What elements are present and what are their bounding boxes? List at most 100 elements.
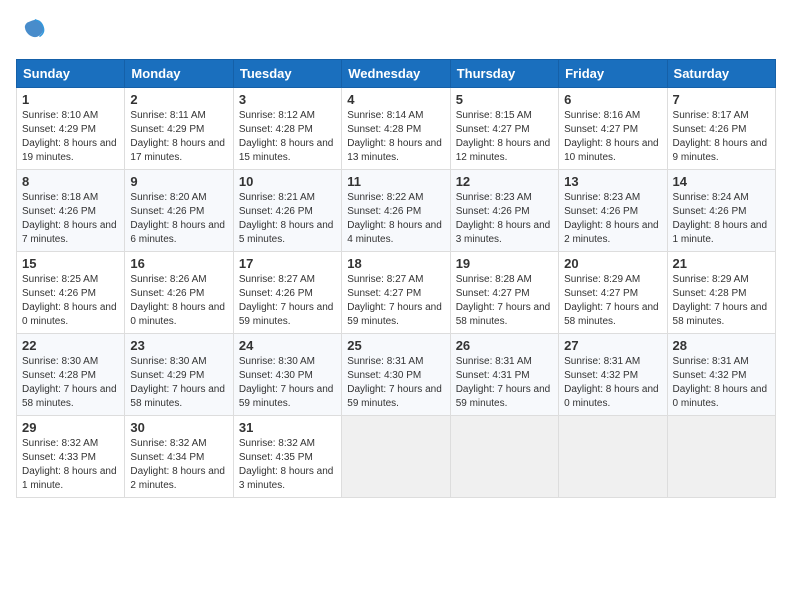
day-number: 7 (673, 92, 770, 107)
day-number: 23 (130, 338, 227, 353)
day-number: 26 (456, 338, 553, 353)
calendar-day-cell (667, 416, 775, 498)
day-info: Sunrise: 8:25 AMSunset: 4:26 PMDaylight:… (22, 274, 117, 327)
day-number: 13 (564, 174, 661, 189)
day-number: 31 (239, 420, 336, 435)
day-info: Sunrise: 8:26 AMSunset: 4:26 PMDaylight:… (130, 274, 225, 327)
calendar-day-cell: 27 Sunrise: 8:31 AMSunset: 4:32 PMDaylig… (559, 334, 667, 416)
day-info: Sunrise: 8:12 AMSunset: 4:28 PMDaylight:… (239, 110, 334, 163)
calendar-day-cell: 28 Sunrise: 8:31 AMSunset: 4:32 PMDaylig… (667, 334, 775, 416)
day-number: 8 (22, 174, 119, 189)
calendar-day-cell: 6 Sunrise: 8:16 AMSunset: 4:27 PMDayligh… (559, 88, 667, 170)
calendar-day-cell: 26 Sunrise: 8:31 AMSunset: 4:31 PMDaylig… (450, 334, 558, 416)
calendar-day-cell: 19 Sunrise: 8:28 AMSunset: 4:27 PMDaylig… (450, 252, 558, 334)
calendar-day-cell: 22 Sunrise: 8:30 AMSunset: 4:28 PMDaylig… (17, 334, 125, 416)
day-number: 4 (347, 92, 444, 107)
day-info: Sunrise: 8:27 AMSunset: 4:27 PMDaylight:… (347, 274, 442, 327)
day-info: Sunrise: 8:24 AMSunset: 4:26 PMDaylight:… (673, 192, 768, 245)
day-info: Sunrise: 8:17 AMSunset: 4:26 PMDaylight:… (673, 110, 768, 163)
day-info: Sunrise: 8:31 AMSunset: 4:31 PMDaylight:… (456, 356, 551, 409)
calendar-day-cell: 25 Sunrise: 8:31 AMSunset: 4:30 PMDaylig… (342, 334, 450, 416)
day-number: 10 (239, 174, 336, 189)
calendar-day-cell: 16 Sunrise: 8:26 AMSunset: 4:26 PMDaylig… (125, 252, 233, 334)
day-number: 14 (673, 174, 770, 189)
calendar-day-cell: 24 Sunrise: 8:30 AMSunset: 4:30 PMDaylig… (233, 334, 341, 416)
calendar-day-cell: 9 Sunrise: 8:20 AMSunset: 4:26 PMDayligh… (125, 170, 233, 252)
day-info: Sunrise: 8:11 AMSunset: 4:29 PMDaylight:… (130, 110, 225, 163)
day-number: 27 (564, 338, 661, 353)
calendar-day-cell: 11 Sunrise: 8:22 AMSunset: 4:26 PMDaylig… (342, 170, 450, 252)
calendar-day-cell: 29 Sunrise: 8:32 AMSunset: 4:33 PMDaylig… (17, 416, 125, 498)
calendar-day-cell: 23 Sunrise: 8:30 AMSunset: 4:29 PMDaylig… (125, 334, 233, 416)
calendar-day-cell: 30 Sunrise: 8:32 AMSunset: 4:34 PMDaylig… (125, 416, 233, 498)
day-number: 17 (239, 256, 336, 271)
day-info: Sunrise: 8:31 AMSunset: 4:32 PMDaylight:… (564, 356, 659, 409)
calendar-day-cell: 20 Sunrise: 8:29 AMSunset: 4:27 PMDaylig… (559, 252, 667, 334)
calendar-day-cell: 8 Sunrise: 8:18 AMSunset: 4:26 PMDayligh… (17, 170, 125, 252)
calendar-week-row: 22 Sunrise: 8:30 AMSunset: 4:28 PMDaylig… (17, 334, 776, 416)
day-number: 15 (22, 256, 119, 271)
calendar-day-cell: 21 Sunrise: 8:29 AMSunset: 4:28 PMDaylig… (667, 252, 775, 334)
day-number: 21 (673, 256, 770, 271)
day-number: 19 (456, 256, 553, 271)
calendar-day-cell: 5 Sunrise: 8:15 AMSunset: 4:27 PMDayligh… (450, 88, 558, 170)
weekday-header-cell: Friday (559, 60, 667, 88)
calendar-day-cell: 3 Sunrise: 8:12 AMSunset: 4:28 PMDayligh… (233, 88, 341, 170)
day-number: 30 (130, 420, 227, 435)
calendar-day-cell (559, 416, 667, 498)
calendar-body: 1 Sunrise: 8:10 AMSunset: 4:29 PMDayligh… (17, 88, 776, 498)
calendar-day-cell: 10 Sunrise: 8:21 AMSunset: 4:26 PMDaylig… (233, 170, 341, 252)
calendar-day-cell: 18 Sunrise: 8:27 AMSunset: 4:27 PMDaylig… (342, 252, 450, 334)
calendar-day-cell: 15 Sunrise: 8:25 AMSunset: 4:26 PMDaylig… (17, 252, 125, 334)
weekday-header-cell: Thursday (450, 60, 558, 88)
weekday-header-cell: Wednesday (342, 60, 450, 88)
day-info: Sunrise: 8:20 AMSunset: 4:26 PMDaylight:… (130, 192, 225, 245)
day-number: 1 (22, 92, 119, 107)
day-info: Sunrise: 8:27 AMSunset: 4:26 PMDaylight:… (239, 274, 334, 327)
calendar-week-row: 15 Sunrise: 8:25 AMSunset: 4:26 PMDaylig… (17, 252, 776, 334)
day-info: Sunrise: 8:32 AMSunset: 4:35 PMDaylight:… (239, 438, 334, 491)
weekday-header-cell: Sunday (17, 60, 125, 88)
day-info: Sunrise: 8:23 AMSunset: 4:26 PMDaylight:… (456, 192, 551, 245)
day-info: Sunrise: 8:30 AMSunset: 4:28 PMDaylight:… (22, 356, 117, 409)
day-number: 9 (130, 174, 227, 189)
day-number: 3 (239, 92, 336, 107)
weekday-header-cell: Monday (125, 60, 233, 88)
logo-icon (18, 16, 46, 44)
calendar-day-cell: 2 Sunrise: 8:11 AMSunset: 4:29 PMDayligh… (125, 88, 233, 170)
day-info: Sunrise: 8:29 AMSunset: 4:28 PMDaylight:… (673, 274, 768, 327)
day-info: Sunrise: 8:32 AMSunset: 4:34 PMDaylight:… (130, 438, 225, 491)
calendar-day-cell: 1 Sunrise: 8:10 AMSunset: 4:29 PMDayligh… (17, 88, 125, 170)
day-number: 28 (673, 338, 770, 353)
day-number: 2 (130, 92, 227, 107)
day-info: Sunrise: 8:21 AMSunset: 4:26 PMDaylight:… (239, 192, 334, 245)
weekday-header-row: SundayMondayTuesdayWednesdayThursdayFrid… (17, 60, 776, 88)
day-info: Sunrise: 8:23 AMSunset: 4:26 PMDaylight:… (564, 192, 659, 245)
calendar-day-cell: 4 Sunrise: 8:14 AMSunset: 4:28 PMDayligh… (342, 88, 450, 170)
day-number: 11 (347, 174, 444, 189)
day-info: Sunrise: 8:29 AMSunset: 4:27 PMDaylight:… (564, 274, 659, 327)
logo (16, 16, 46, 49)
day-info: Sunrise: 8:28 AMSunset: 4:27 PMDaylight:… (456, 274, 551, 327)
calendar-day-cell: 12 Sunrise: 8:23 AMSunset: 4:26 PMDaylig… (450, 170, 558, 252)
calendar-day-cell: 13 Sunrise: 8:23 AMSunset: 4:26 PMDaylig… (559, 170, 667, 252)
day-number: 6 (564, 92, 661, 107)
calendar-day-cell: 7 Sunrise: 8:17 AMSunset: 4:26 PMDayligh… (667, 88, 775, 170)
day-number: 16 (130, 256, 227, 271)
calendar-table: SundayMondayTuesdayWednesdayThursdayFrid… (16, 59, 776, 498)
day-number: 5 (456, 92, 553, 107)
day-number: 22 (22, 338, 119, 353)
day-info: Sunrise: 8:30 AMSunset: 4:30 PMDaylight:… (239, 356, 334, 409)
weekday-header-cell: Saturday (667, 60, 775, 88)
calendar-week-row: 1 Sunrise: 8:10 AMSunset: 4:29 PMDayligh… (17, 88, 776, 170)
day-info: Sunrise: 8:30 AMSunset: 4:29 PMDaylight:… (130, 356, 225, 409)
page-header (16, 16, 776, 49)
day-number: 25 (347, 338, 444, 353)
calendar-day-cell: 31 Sunrise: 8:32 AMSunset: 4:35 PMDaylig… (233, 416, 341, 498)
day-info: Sunrise: 8:14 AMSunset: 4:28 PMDaylight:… (347, 110, 442, 163)
day-info: Sunrise: 8:10 AMSunset: 4:29 PMDaylight:… (22, 110, 117, 163)
day-number: 29 (22, 420, 119, 435)
weekday-header-cell: Tuesday (233, 60, 341, 88)
calendar-week-row: 8 Sunrise: 8:18 AMSunset: 4:26 PMDayligh… (17, 170, 776, 252)
calendar-week-row: 29 Sunrise: 8:32 AMSunset: 4:33 PMDaylig… (17, 416, 776, 498)
